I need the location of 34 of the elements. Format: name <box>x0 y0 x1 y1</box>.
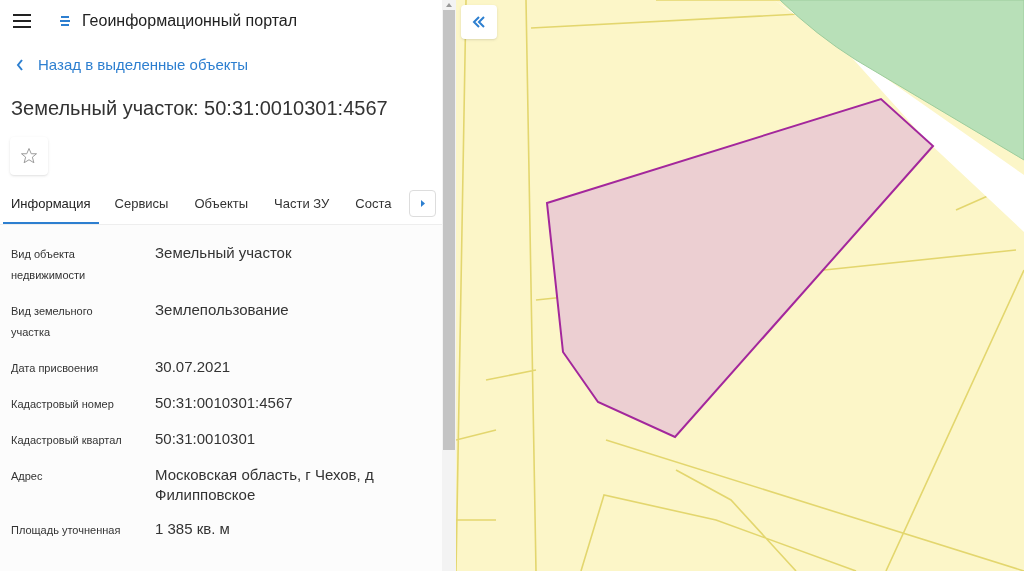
property-label: Кадастровый квартал <box>11 432 123 448</box>
property-label: Площадь уточненная <box>11 522 122 538</box>
tab[interactable]: Информация <box>3 185 99 224</box>
property-value: 50:31:0010301:4567 <box>155 392 294 413</box>
tab[interactable]: Объекты <box>181 185 262 224</box>
menu-icon[interactable] <box>12 13 32 29</box>
star-icon <box>20 146 38 165</box>
tab[interactable]: Сервисы <box>101 185 182 224</box>
double-chevron-left-icon <box>472 16 486 28</box>
property-value: 1 385 кв. м <box>155 518 231 539</box>
property-label: Вид объекта недвижимости <box>11 246 87 283</box>
property-value: Землепользование <box>155 299 290 320</box>
back-chevron-icon[interactable] <box>16 59 24 72</box>
property-label: Вид земельного участка <box>11 303 94 340</box>
property-value: 50:31:0010301 <box>155 428 257 449</box>
selected-parcel[interactable] <box>545 97 935 439</box>
property-value: Земельный участок <box>155 242 293 263</box>
caret-right-icon <box>420 199 425 207</box>
property-label: Дата присвоения <box>11 360 100 376</box>
property-value: Московская область, г Чехов, д Филипповское <box>155 464 375 505</box>
property-value: 30.07.2021 <box>155 356 232 377</box>
scrollbar[interactable] <box>442 0 456 571</box>
property-label: Адрес <box>11 468 44 484</box>
tab[interactable]: Части ЗУ <box>261 185 343 224</box>
favorite-button[interactable] <box>10 136 48 175</box>
scroll-tabs-button[interactable] <box>409 189 436 217</box>
back-link[interactable]: Назад в выделенные объекты <box>38 54 249 77</box>
collapse-panel-button[interactable] <box>461 5 497 39</box>
scrollbar-thumb[interactable] <box>443 10 455 450</box>
object-title: Земельный участок: 50:31:0010301:4567 <box>10 95 389 121</box>
property-label: Кадастровый номер <box>11 396 115 412</box>
tab[interactable]: Соста <box>342 185 405 224</box>
app-title: Геоинформационный портал <box>82 11 298 31</box>
scroll-up-icon[interactable] <box>445 2 453 8</box>
